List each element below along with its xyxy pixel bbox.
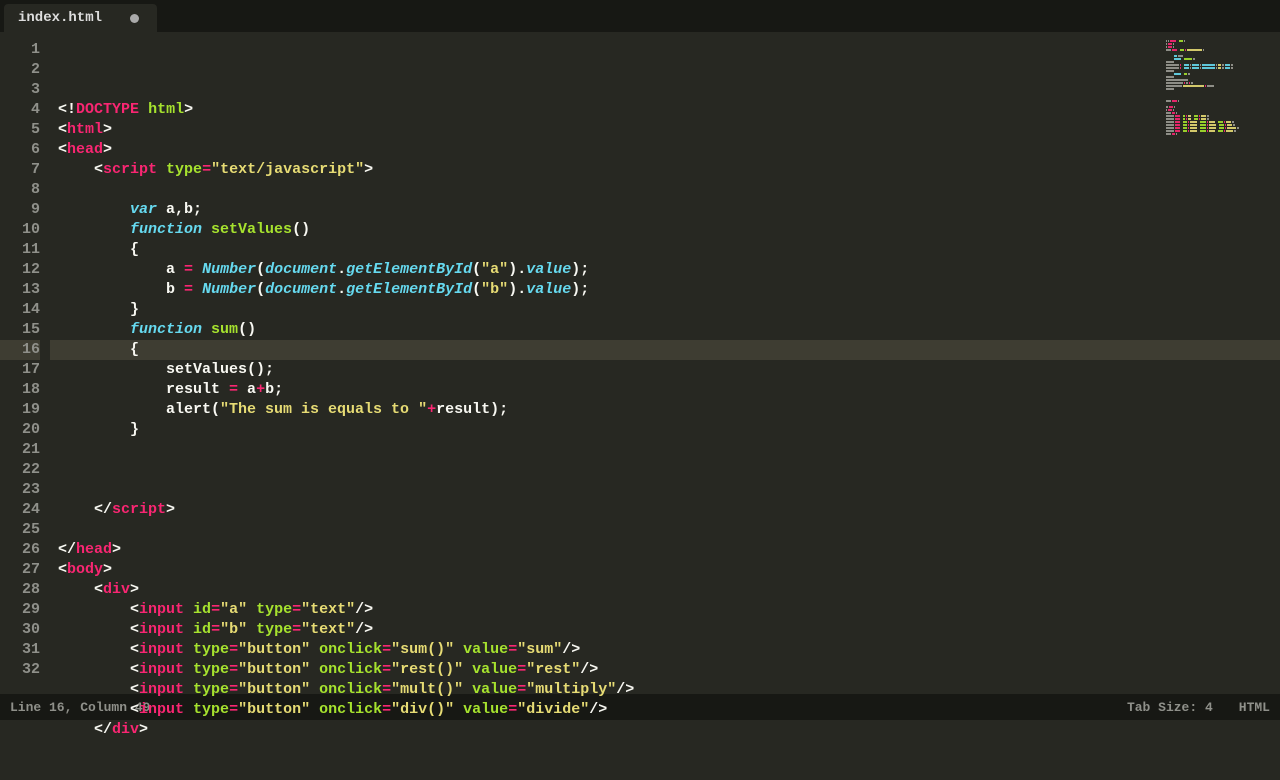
tab-bar: index.html [0, 0, 1280, 32]
line-number: 15 [0, 320, 40, 340]
code-line[interactable]: <!DOCTYPE html> [58, 100, 1280, 120]
line-number: 10 [0, 220, 40, 240]
code-area[interactable]: <!DOCTYPE html><html><head> <script type… [50, 32, 1280, 690]
line-number: 28 [0, 580, 40, 600]
line-number: 21 [0, 440, 40, 460]
line-number: 16 [0, 340, 40, 360]
code-line[interactable]: function sum() [58, 320, 1280, 340]
line-number: 4 [0, 100, 40, 120]
code-line[interactable]: <html> [58, 120, 1280, 140]
code-line[interactable] [58, 520, 1280, 540]
line-number: 30 [0, 620, 40, 640]
editor[interactable]: 1234567891011121314151617181920212223242… [0, 32, 1280, 690]
line-number: 6 [0, 140, 40, 160]
code-line[interactable]: { [58, 340, 1280, 360]
line-number: 8 [0, 180, 40, 200]
code-line[interactable]: <input type="button" onclick="sum()" val… [58, 640, 1280, 660]
code-line[interactable]: </div> [58, 720, 1280, 740]
line-number: 26 [0, 540, 40, 560]
line-number: 20 [0, 420, 40, 440]
code-line[interactable]: <input id="b" type="text"/> [58, 620, 1280, 640]
code-line[interactable]: b = Number(document.getElementById("b").… [58, 280, 1280, 300]
code-line[interactable]: { [58, 240, 1280, 260]
line-number: 17 [0, 360, 40, 380]
tab-title: index.html [18, 10, 102, 26]
code-line[interactable]: <script type="text/javascript"> [58, 160, 1280, 180]
code-line[interactable]: } [58, 300, 1280, 320]
line-number: 23 [0, 480, 40, 500]
line-number: 25 [0, 520, 40, 540]
line-number: 27 [0, 560, 40, 580]
code-line[interactable] [58, 180, 1280, 200]
line-number: 11 [0, 240, 40, 260]
line-number: 19 [0, 400, 40, 420]
line-number: 3 [0, 80, 40, 100]
code-line[interactable]: <head> [58, 140, 1280, 160]
code-line[interactable]: a = Number(document.getElementById("a").… [58, 260, 1280, 280]
line-number: 22 [0, 460, 40, 480]
code-line[interactable]: alert("The sum is equals to "+result); [58, 400, 1280, 420]
code-line[interactable] [58, 480, 1280, 500]
code-line[interactable]: <input id="a" type="text"/> [58, 600, 1280, 620]
line-number: 5 [0, 120, 40, 140]
code-line[interactable]: function setValues() [58, 220, 1280, 240]
code-line[interactable]: <body> [58, 560, 1280, 580]
code-line[interactable]: setValues(); [58, 360, 1280, 380]
line-number: 9 [0, 200, 40, 220]
line-gutter: 1234567891011121314151617181920212223242… [0, 32, 50, 690]
tab-index-html[interactable]: index.html [4, 4, 157, 32]
code-line[interactable]: var a,b; [58, 200, 1280, 220]
code-line[interactable]: </head> [58, 540, 1280, 560]
line-number: 13 [0, 280, 40, 300]
line-number: 12 [0, 260, 40, 280]
code-line[interactable]: </script> [58, 500, 1280, 520]
code-line[interactable] [58, 460, 1280, 480]
code-line[interactable]: <div> [58, 580, 1280, 600]
line-number: 7 [0, 160, 40, 180]
line-number: 32 [0, 660, 40, 680]
code-line[interactable]: <input type="button" onclick="mult()" va… [58, 680, 1280, 700]
line-number: 31 [0, 640, 40, 660]
line-number: 14 [0, 300, 40, 320]
line-number: 2 [0, 60, 40, 80]
code-line[interactable]: <input type="button" onclick="div()" val… [58, 700, 1280, 720]
code-line[interactable]: <input type="button" onclick="rest()" va… [58, 660, 1280, 680]
line-number: 29 [0, 600, 40, 620]
dirty-indicator-icon [130, 14, 139, 23]
line-number: 24 [0, 500, 40, 520]
line-number: 1 [0, 40, 40, 60]
line-number: 18 [0, 380, 40, 400]
code-line[interactable]: result = a+b; [58, 380, 1280, 400]
code-line[interactable]: } [58, 420, 1280, 440]
code-line[interactable] [58, 440, 1280, 460]
